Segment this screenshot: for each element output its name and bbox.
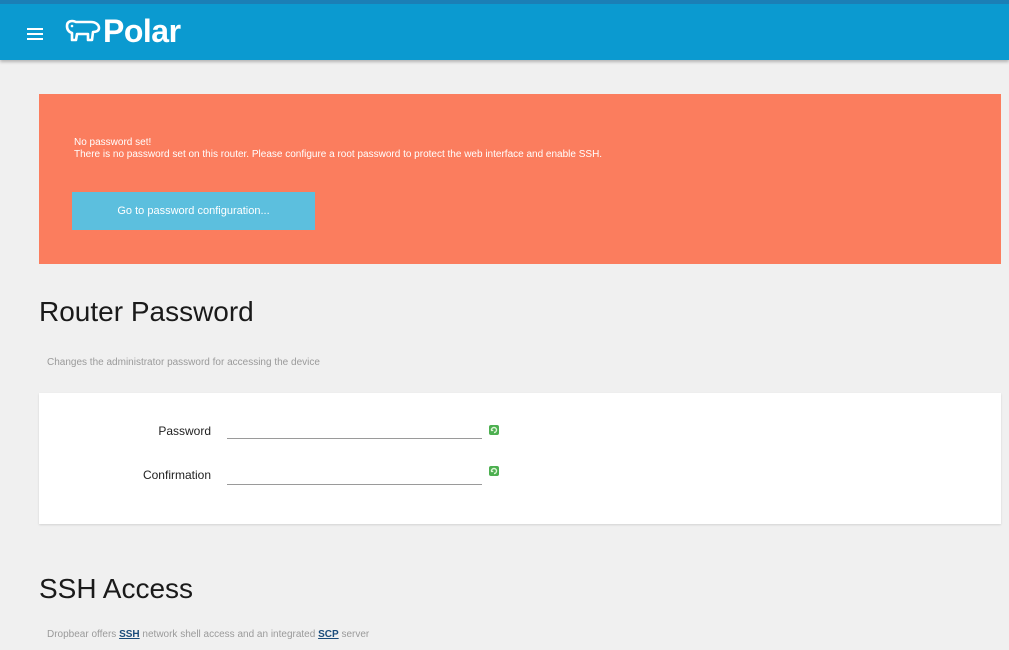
ssh-desc-mid: network shell access and an integrated — [142, 629, 316, 640]
password-input[interactable] — [227, 418, 482, 439]
polar-bear-icon — [65, 19, 101, 42]
alert-title: No password set! — [74, 137, 152, 148]
top-navbar: Polar — [0, 0, 1009, 60]
logo[interactable]: Polar — [63, 13, 181, 49]
no-password-alert: No password set! There is no password se… — [39, 94, 1001, 264]
ssh-access-description: Dropbear offers SSH network shell access… — [47, 629, 369, 640]
router-password-title: Router Password — [39, 296, 254, 327]
reload-icon[interactable] — [488, 424, 500, 436]
ssh-desc-pre: Dropbear offers — [47, 629, 117, 640]
confirmation-label: Confirmation — [142, 468, 211, 482]
password-form-card: Password Confirmation — [39, 393, 1001, 524]
scp-link[interactable]: SCP — [318, 629, 339, 640]
confirmation-input[interactable] — [227, 464, 482, 485]
password-label: Password — [158, 424, 211, 438]
ssh-link[interactable]: SSH — [119, 629, 140, 640]
menu-icon[interactable] — [27, 28, 43, 40]
password-config-button[interactable]: Go to password configuration... — [72, 192, 315, 230]
ssh-desc-post: server — [341, 629, 370, 640]
ssh-access-title: SSH Access — [39, 573, 194, 604]
router-password-description: Changes the administrator password for a… — [47, 357, 320, 368]
logo-text: Polar — [103, 12, 181, 49]
alert-message: There is no password set on this router.… — [74, 149, 603, 160]
reload-icon[interactable] — [488, 465, 500, 477]
top-stripe — [0, 0, 1009, 4]
